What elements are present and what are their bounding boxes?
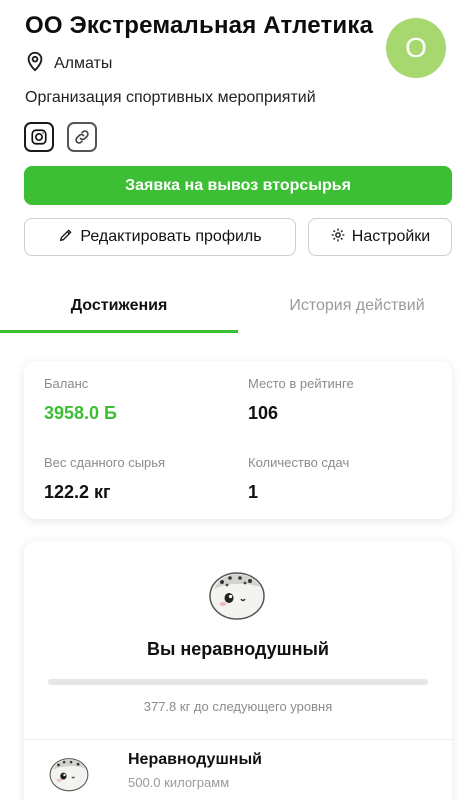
avatar[interactable]: О: [386, 18, 446, 78]
balance-stat: Баланс 3958.0 Б: [44, 376, 117, 424]
stats-card: Баланс 3958.0 Б Место в рейтинге 106 Вес…: [24, 361, 452, 519]
map-pin-icon: [24, 50, 46, 77]
level-card: Вы неравнодушный 377.8 кг до следующего …: [24, 541, 452, 800]
turtle-mascot-icon: [209, 572, 265, 620]
active-tab-indicator: [0, 330, 238, 333]
count-stat: Количество сдач 1: [248, 455, 349, 503]
count-label: Количество сдач: [248, 455, 350, 470]
recycling-request-button[interactable]: Заявка на вывоз вторсырья: [24, 166, 452, 205]
turtle-level-icon: [49, 758, 89, 792]
city-label: Алматы: [54, 54, 113, 72]
tab-bar: Достижения История действий: [0, 282, 476, 334]
weight-value: 122.2 кг: [44, 482, 111, 502]
pencil-icon: [58, 227, 74, 248]
divider: [24, 739, 452, 740]
balance-value: 3958.0 Б: [44, 403, 117, 423]
level-item-name: Неравнодушный: [128, 751, 262, 768]
rank-label: Место в рейтинге: [248, 376, 354, 391]
org-type: Организация спортивных мероприятий: [25, 89, 316, 106]
next-level-text: 377.8 кг до следующего уровня: [143, 699, 333, 714]
location: Алматы: [24, 50, 112, 77]
count-value: 1: [248, 482, 259, 502]
link-icon[interactable]: [67, 122, 97, 152]
edit-profile-button[interactable]: Редактировать профиль: [24, 218, 296, 256]
tab-history[interactable]: История действий: [238, 282, 476, 330]
balance-label: Баланс: [44, 376, 89, 391]
weight-stat: Вес сданного сырья 122.2 кг: [44, 455, 165, 503]
edit-profile-label: Редактировать профиль: [80, 228, 262, 245]
weight-label: Вес сданного сырья: [44, 455, 166, 470]
rank-stat: Место в рейтинге 106: [248, 376, 354, 424]
settings-button[interactable]: Настройки: [308, 218, 452, 256]
level-title: Вы неравнодушный: [147, 639, 329, 659]
settings-label: Настройки: [351, 228, 431, 245]
level-progress-bar: [48, 679, 428, 685]
rank-value: 106: [248, 403, 279, 423]
level-item-sub: 500.0 килограмм: [128, 775, 230, 790]
level-list-item[interactable]: Неравнодушный 500.0 килограмм: [48, 749, 428, 799]
instagram-icon[interactable]: [24, 122, 54, 152]
org-name: ОО Экстремальная Атлетика: [25, 12, 374, 39]
social-links: [24, 122, 97, 152]
gear-icon: [330, 227, 346, 248]
tab-achievements[interactable]: Достижения: [0, 282, 238, 330]
profile-page: ОО Экстремальная Атлетика О Алматы Орган…: [0, 0, 476, 800]
